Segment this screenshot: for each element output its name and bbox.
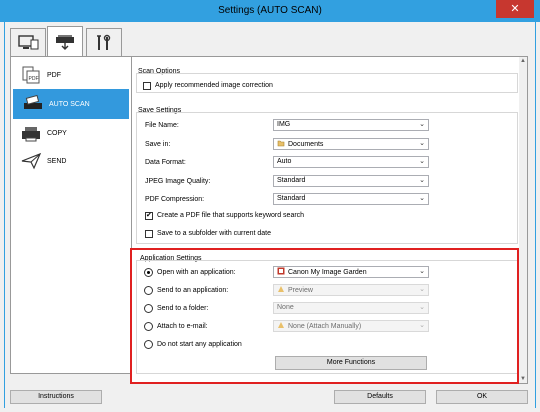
pdf-compression-select[interactable]: Standard ⌄ [273,193,429,205]
pdf-icon: PDF [19,65,43,85]
pdf-compression-label: PDF Compression: [145,196,205,203]
jpeg-quality-label: JPEG Image Quality: [145,178,211,185]
nav-label-send: SEND [47,157,67,165]
application-settings-highlight [130,248,519,384]
jpeg-quality-select[interactable]: Standard ⌄ [273,175,429,187]
scroll-up-icon[interactable]: ▲ [519,57,527,65]
svg-text:PDF: PDF [29,76,39,82]
send-icon [19,151,43,171]
save-in-label: Save in: [145,141,171,148]
nav-item-send[interactable]: SEND [11,147,131,175]
window-title: Settings (AUTO SCAN) [218,5,322,16]
create-pdf-keyword-checkbox[interactable] [145,211,153,220]
data-format-label: Data Format: [145,159,186,166]
save-subfolder-checkbox[interactable] [145,230,153,238]
apply-correction-checkbox[interactable] [143,82,151,90]
computer-scan-icon [18,34,39,49]
pdf-compression-value: Standard [277,195,306,202]
chevron-down-icon: ⌄ [419,140,425,147]
defaults-button[interactable]: Defaults [334,390,426,404]
instructions-button[interactable]: Instructions [10,390,102,404]
title-bar: Settings (AUTO SCAN) ✕ [0,0,540,22]
auto-scan-icon [21,94,45,114]
file-name-input[interactable]: IMG ⌄ [273,119,429,131]
nav-label-auto-scan: AUTO SCAN [49,100,90,108]
save-subfolder-label: Save to a subfolder with current date [157,230,272,237]
nav-item-auto-scan[interactable]: AUTO SCAN [13,89,129,119]
nav-item-pdf[interactable]: PDF PDF [11,61,131,89]
nav-label-copy: COPY [47,129,67,137]
data-format-select[interactable]: Auto ⌄ [273,156,429,168]
chevron-down-icon: ⌄ [419,121,425,128]
save-in-select[interactable]: Documents ⌄ [273,138,429,150]
scanner-tab[interactable] [47,26,83,56]
jpeg-quality-value: Standard [277,177,306,184]
left-nav: PDF PDF AUTO SCAN COPY SEND [10,56,132,374]
ok-button[interactable]: OK [436,390,528,404]
create-pdf-keyword-label: Create a PDF file that supports keyword … [157,212,305,219]
file-name-value: IMG [277,121,291,128]
chevron-down-icon: ⌄ [419,177,425,184]
close-button[interactable]: ✕ [496,0,534,18]
nav-item-copy[interactable]: COPY [11,119,131,147]
chevron-down-icon: ⌄ [419,158,425,165]
file-name-label: File Name: [145,122,179,129]
scroll-down-icon[interactable]: ▼ [519,375,527,383]
tools-icon [97,34,111,50]
apply-correction-label: Apply recommended image correction [155,82,273,89]
save-in-value: Documents [288,141,324,148]
folder-icon [277,139,285,147]
tools-tab[interactable] [86,28,122,56]
copy-icon [19,123,43,143]
vertical-scrollbar[interactable]: ▲ ▼ [519,57,527,383]
chevron-down-icon: ⌄ [419,195,425,202]
nav-label-pdf: PDF [47,71,61,79]
scanner-icon [56,34,74,50]
computer-scan-tab[interactable] [10,28,46,56]
data-format-value: Auto [277,158,292,165]
